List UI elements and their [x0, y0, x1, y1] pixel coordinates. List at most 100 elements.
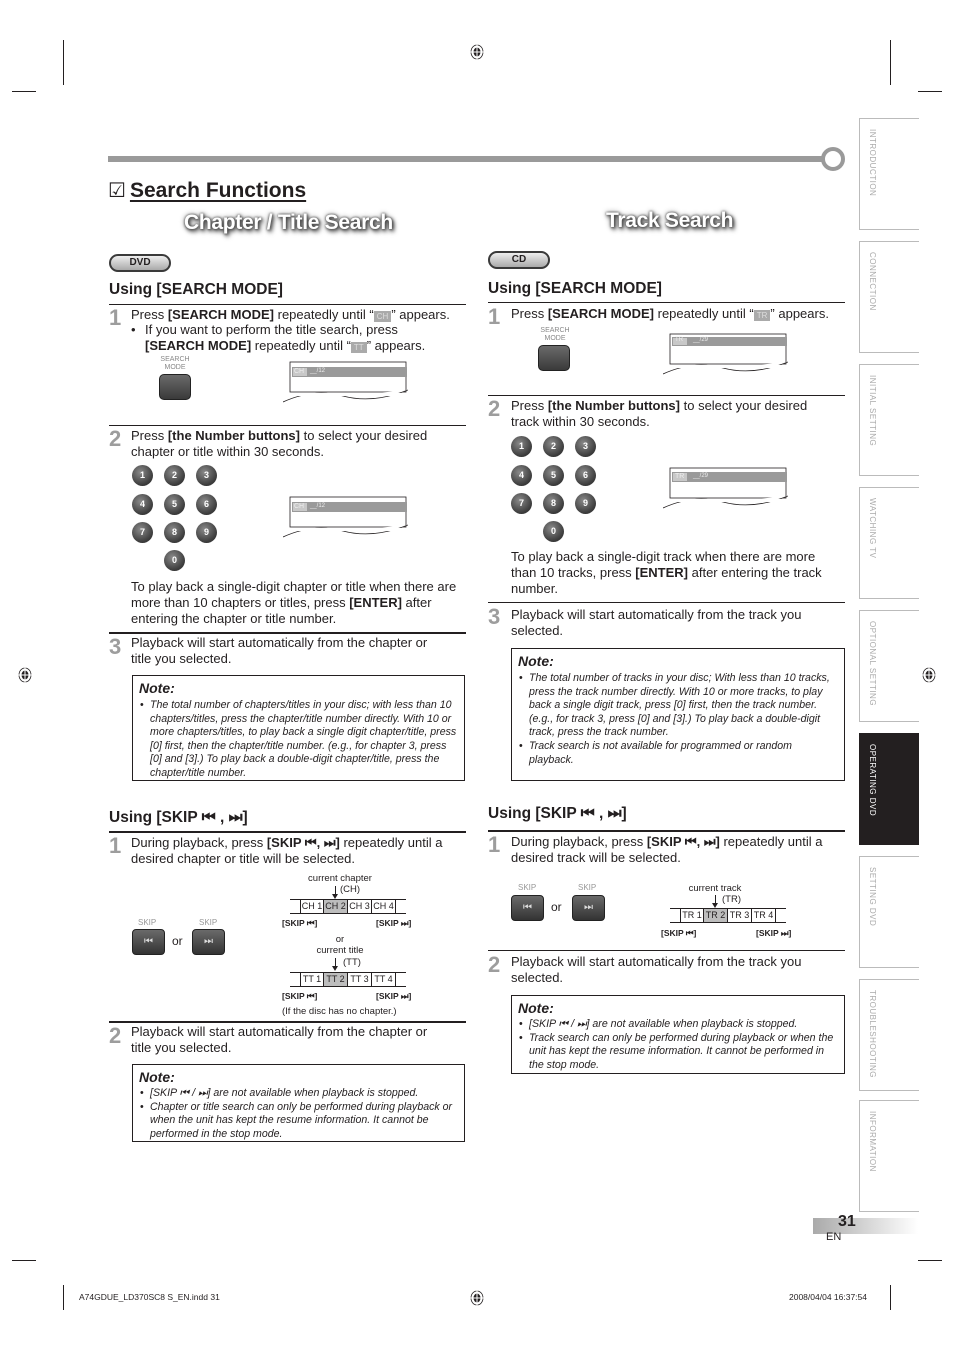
side-tab-setting-dvd[interactable]: SETTING DVD — [859, 856, 919, 968]
skip-label: SKIP — [518, 883, 537, 892]
title-strip: TT 1 TT 2 TT 3 TT 4 — [290, 972, 406, 987]
arrow-down-icon — [712, 895, 718, 908]
side-tab-initial-setting[interactable]: INITIAL SETTING — [859, 364, 919, 476]
note-box: Note: The total number of tracks in your… — [511, 648, 845, 781]
chapter-cell: CH 3 — [348, 900, 372, 913]
chapter-strip: CH 1 CH 2 CH 3 CH 4 — [290, 899, 406, 914]
track-abbr: (TR) — [722, 894, 741, 905]
note-item: Chapter or title search can only be perf… — [139, 1101, 458, 1142]
number-button-0[interactable]: 0 — [543, 521, 564, 542]
side-tab-optional-setting[interactable]: OPTIONAL SETTING — [859, 610, 919, 722]
side-tab-information[interactable]: INFORMATION — [859, 1100, 919, 1212]
divider — [488, 950, 845, 951]
note-title: Note: — [518, 653, 554, 669]
number-button-1[interactable]: 1 — [132, 465, 153, 486]
side-tab-watching-tv[interactable]: WATCHING TV — [859, 487, 919, 599]
skip-previous-button[interactable]: ⏮ — [511, 895, 544, 921]
side-tab-label: WATCHING TV — [868, 498, 877, 559]
number-button-7[interactable]: 7 — [511, 493, 532, 514]
skip-label: SKIP — [138, 918, 157, 927]
skip-next-button[interactable]: ⏭ — [192, 929, 225, 955]
track-cell: TR 4 — [752, 909, 776, 922]
step-number: 1 — [488, 304, 501, 329]
number-button-3[interactable]: 3 — [196, 465, 217, 486]
current-track-caption: current track — [688, 883, 742, 894]
divider — [109, 304, 466, 305]
number-button-6[interactable]: 6 — [196, 494, 217, 515]
number-button-2[interactable]: 2 — [164, 465, 185, 486]
osd-tag: CH — [294, 368, 305, 375]
number-button-8[interactable]: 8 — [543, 493, 564, 514]
side-tab-label: SETTING DVD — [868, 867, 877, 927]
or-label: or — [551, 900, 562, 914]
crop-mark — [12, 1260, 36, 1261]
number-button-5[interactable]: 5 — [164, 494, 185, 515]
number-button-0[interactable]: 0 — [164, 550, 185, 571]
step-2-tip: To play back a single-digit track when t… — [511, 549, 822, 596]
arrow-down-icon — [332, 886, 338, 899]
crop-mark — [890, 1285, 891, 1310]
number-button-1[interactable]: 1 — [511, 436, 532, 457]
number-button-4[interactable]: 4 — [132, 494, 153, 515]
current-title-caption: current title — [316, 945, 364, 956]
chapter-cell: CH 1 — [300, 900, 324, 913]
number-button-4[interactable]: 4 — [511, 465, 532, 486]
number-button-3[interactable]: 3 — [575, 436, 596, 457]
dvd-badge: DVD — [109, 254, 171, 272]
crop-mark — [890, 40, 891, 85]
note-item: The total number of chapters/titles in y… — [139, 699, 458, 781]
using-search-mode-heading: Using [SEARCH MODE] — [109, 281, 283, 298]
side-tab-connection[interactable]: CONNECTION — [859, 241, 919, 353]
osd-value: __/12 — [310, 503, 326, 509]
skip-step-2-text: Playback will start automatically from t… — [511, 954, 802, 985]
number-button-6[interactable]: 6 — [575, 465, 596, 486]
divider — [488, 830, 845, 832]
osd-value: __/12 — [310, 368, 326, 374]
header-ring-icon — [821, 147, 845, 171]
registration-mark-icon — [921, 666, 937, 684]
side-tab-label: OPTIONAL SETTING — [868, 621, 877, 707]
note-title: Note: — [139, 1069, 175, 1085]
osd-tag: CH — [294, 503, 305, 510]
step-number: 1 — [109, 833, 122, 858]
using-skip-heading: Using [SKIP ⏮ , ⏭] — [488, 805, 627, 822]
number-button-9[interactable]: 9 — [575, 493, 596, 514]
note-box: Note: The total number of chapters/title… — [132, 675, 465, 781]
number-button-8[interactable]: 8 — [164, 522, 185, 543]
skip-previous-button[interactable]: ⏮ — [132, 929, 165, 955]
side-tab-operating-dvd[interactable]: OPERATING DVD — [859, 733, 919, 845]
header-bar — [108, 156, 823, 162]
side-tab-introduction[interactable]: INTRODUCTION — [859, 118, 919, 230]
skip-next-button[interactable]: ⏭ — [572, 895, 605, 921]
number-button-9[interactable]: 9 — [196, 522, 217, 543]
step-1-bullet: • If you want to perform the title search… — [131, 322, 426, 353]
note-box: Note: [SKIP ⏮ / ⏭] are not available whe… — [511, 995, 845, 1074]
note-title: Note: — [139, 680, 175, 696]
step-2-text: Press [the Number buttons] to select you… — [131, 428, 428, 459]
using-skip-heading: Using [SKIP ⏮ , ⏭] — [109, 809, 248, 826]
step-number: 3 — [109, 634, 122, 659]
osd-screen — [283, 361, 408, 403]
divider — [109, 425, 466, 426]
search-mode-button[interactable] — [159, 374, 191, 400]
side-tab-troubleshooting[interactable]: TROUBLESHOOTING — [859, 979, 919, 1091]
step-number: 2 — [109, 1023, 122, 1048]
number-button-5[interactable]: 5 — [543, 465, 564, 486]
page-number: 31 — [838, 1213, 856, 1230]
skip-previous-icon: ⏮ — [523, 902, 532, 913]
step-number: 3 — [488, 604, 501, 629]
search-mode-button-label: SEARCH MODE — [160, 356, 190, 371]
no-chapter-note: (If the disc has no chapter.) — [282, 1006, 397, 1017]
skip-prev-label: [SKIP ⏮] — [282, 918, 318, 928]
using-search-mode-heading: Using [SEARCH MODE] — [488, 280, 662, 297]
track-strip: TR 1 TR 2 TR 3 TR 4 — [670, 908, 786, 923]
skip-previous-icon: ⏮ — [144, 936, 153, 947]
search-mode-button[interactable] — [538, 345, 570, 371]
or-label: or — [335, 934, 345, 945]
number-button-2[interactable]: 2 — [543, 436, 564, 457]
divider — [488, 302, 845, 303]
title-cell: TT 2 — [324, 973, 348, 986]
number-button-7[interactable]: 7 — [132, 522, 153, 543]
track-cell: TR 3 — [728, 909, 752, 922]
note-item: [SKIP ⏮ / ⏭] are not available when play… — [139, 1087, 458, 1101]
